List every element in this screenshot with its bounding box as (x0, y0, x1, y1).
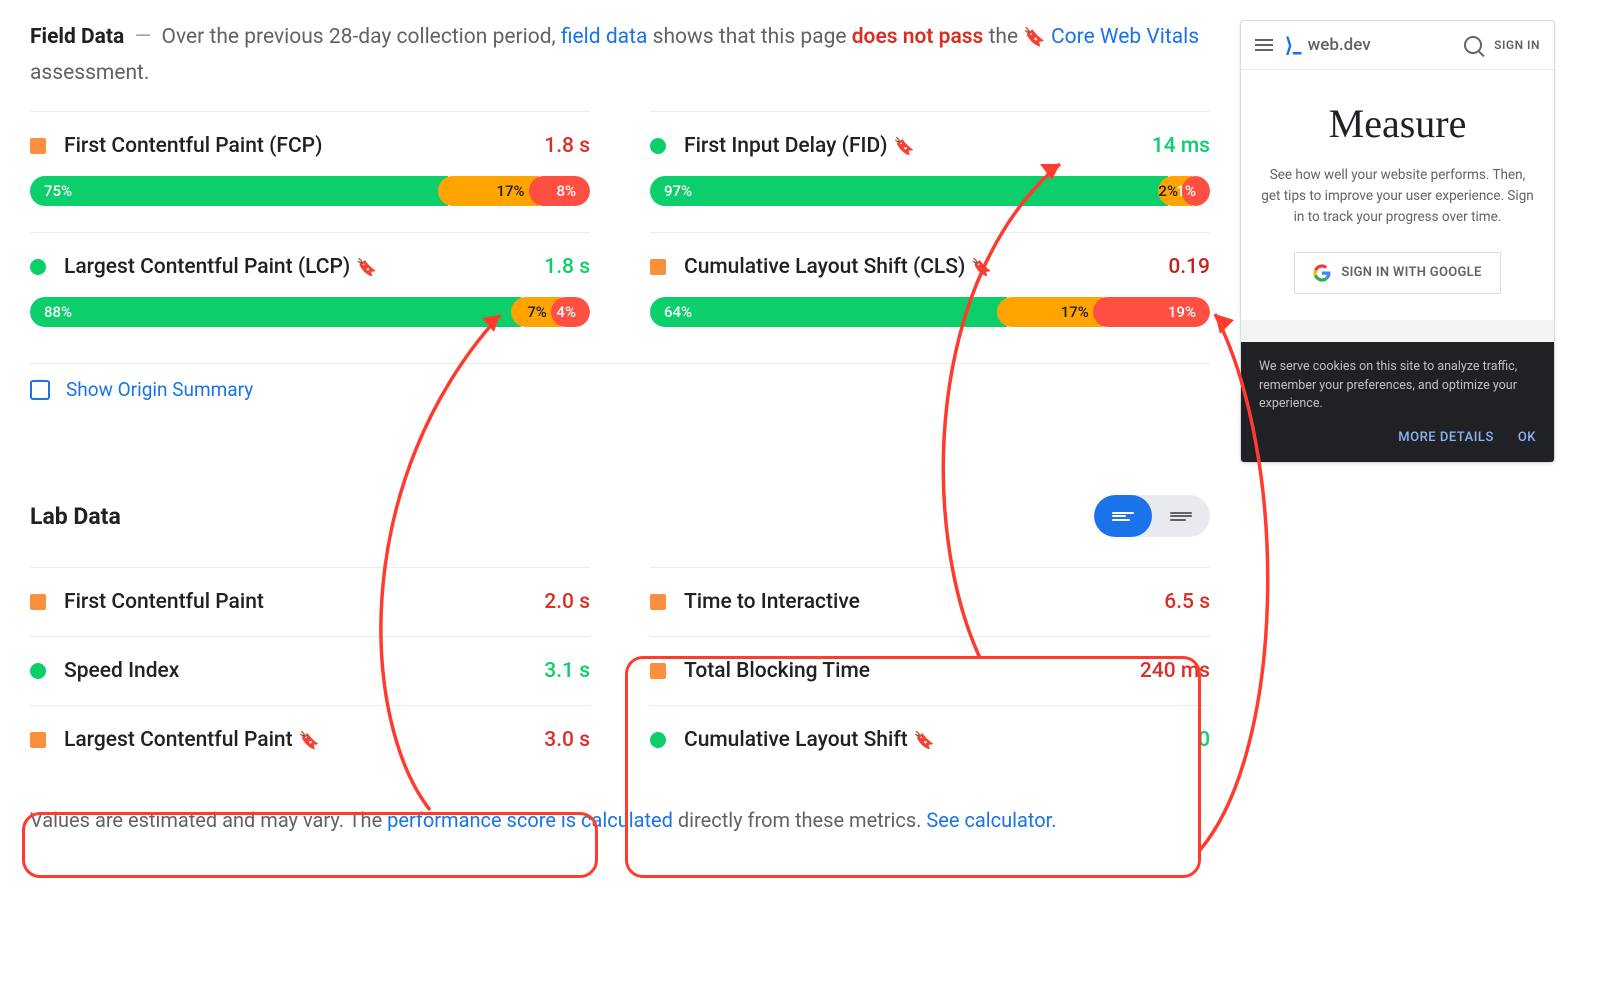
google-signin-button[interactable]: SIGN IN WITH GOOGLE (1294, 252, 1500, 294)
lab-tbt: Total Blocking Time 240 ms (650, 636, 1210, 705)
lab-metrics-grid: First Contentful Paint 2.0 s Speed Index… (30, 567, 1210, 774)
bookmark-icon: 🔖 (971, 258, 992, 278)
google-icon (1313, 264, 1331, 282)
screenshot-preview: ⟩_ web.dev SIGN IN Measure See how well … (1240, 20, 1555, 463)
metric-value: 1.8 s (544, 255, 590, 279)
show-origin-label: Show Origin Summary (66, 378, 253, 401)
page-title: Measure (1261, 100, 1534, 147)
distribution-bar: 88% 7% 4% (30, 297, 590, 327)
footnote: Values are estimated and may vary. The p… (30, 804, 1210, 836)
metric-value: 14 ms (1152, 134, 1210, 158)
status-icon-good (650, 732, 666, 748)
bookmark-icon: 🔖 (914, 731, 935, 751)
metric-name: First Contentful Paint (FCP) (64, 134, 544, 158)
status-icon-good (30, 259, 46, 275)
brand-logo-icon: ⟩_ (1285, 33, 1302, 57)
status-icon-average (30, 138, 46, 154)
show-origin-summary[interactable]: Show Origin Summary (30, 363, 1210, 415)
field-data-link[interactable]: field data (561, 25, 648, 49)
status-icon-average (650, 663, 666, 679)
lab-lcp: Largest Contentful Paint🔖 3.0 s (30, 705, 590, 774)
status-icon-good (30, 663, 46, 679)
status-icon-average (30, 732, 46, 748)
view-toggle-detailed[interactable] (1094, 495, 1152, 537)
search-icon[interactable] (1464, 36, 1482, 54)
view-toggle-compact[interactable] (1152, 495, 1210, 537)
bookmark-icon: 🔖 (1023, 27, 1045, 48)
distribution-bar: 75% 17% 8% (30, 176, 590, 206)
bookmark-icon: 🔖 (894, 137, 915, 157)
distribution-bar: 64% 17% 19% (650, 297, 1210, 327)
see-calculator-link[interactable]: See calculator. (926, 808, 1056, 832)
view-toggle[interactable] (1094, 495, 1210, 537)
core-web-vitals-link[interactable]: Core Web Vitals (1051, 25, 1199, 49)
lab-tti: Time to Interactive 6.5 s (650, 567, 1210, 636)
lab-si: Speed Index 3.1 s (30, 636, 590, 705)
metric-value: 0.19 (1168, 255, 1210, 279)
signin-link[interactable]: SIGN IN (1494, 38, 1540, 52)
metric-name: Largest Contentful Paint (LCP)🔖 (64, 255, 544, 279)
status-icon-average (30, 594, 46, 610)
lab-cls: Cumulative Layout Shift🔖 0 (650, 705, 1210, 774)
lab-data-heading: Lab Data (30, 503, 121, 530)
cookie-banner: We serve cookies on this site to analyze… (1241, 342, 1554, 462)
status-icon-good (650, 138, 666, 154)
more-details-link[interactable]: MORE DETAILS (1398, 428, 1494, 448)
status-icon-average (650, 594, 666, 610)
metric-fid: First Input Delay (FID)🔖 14 ms 97% 2% 1% (650, 111, 1210, 232)
bookmark-icon: 🔖 (356, 258, 377, 278)
page-description: See how well your website performs. Then… (1261, 165, 1534, 228)
field-metrics-grid: First Contentful Paint (FCP) 1.8 s 75% 1… (30, 111, 1210, 353)
status-icon-average (650, 259, 666, 275)
metric-lcp: Largest Contentful Paint (LCP)🔖 1.8 s 88… (30, 232, 590, 353)
menu-icon[interactable] (1255, 39, 1273, 51)
cookie-ok-button[interactable]: OK (1518, 428, 1536, 448)
metric-fcp: First Contentful Paint (FCP) 1.8 s 75% 1… (30, 111, 590, 232)
field-data-intro: Field Data — Over the previous 28-day co… (30, 20, 1210, 91)
metric-cls: Cumulative Layout Shift (CLS)🔖 0.19 64% … (650, 232, 1210, 353)
field-data-label: Field Data (30, 25, 124, 49)
perf-score-link[interactable]: performance score is calculated (387, 808, 673, 832)
distribution-bar: 97% 2% 1% (650, 176, 1210, 206)
bookmark-icon: 🔖 (299, 731, 320, 751)
metric-name: First Input Delay (FID)🔖 (684, 134, 1152, 158)
lab-fcp: First Contentful Paint 2.0 s (30, 567, 590, 636)
brand[interactable]: ⟩_ web.dev (1285, 33, 1452, 57)
metric-name: Cumulative Layout Shift (CLS)🔖 (684, 255, 1168, 279)
pass-status: does not pass (852, 25, 984, 49)
checkbox-icon[interactable] (30, 380, 50, 400)
metric-value: 1.8 s (544, 134, 590, 158)
